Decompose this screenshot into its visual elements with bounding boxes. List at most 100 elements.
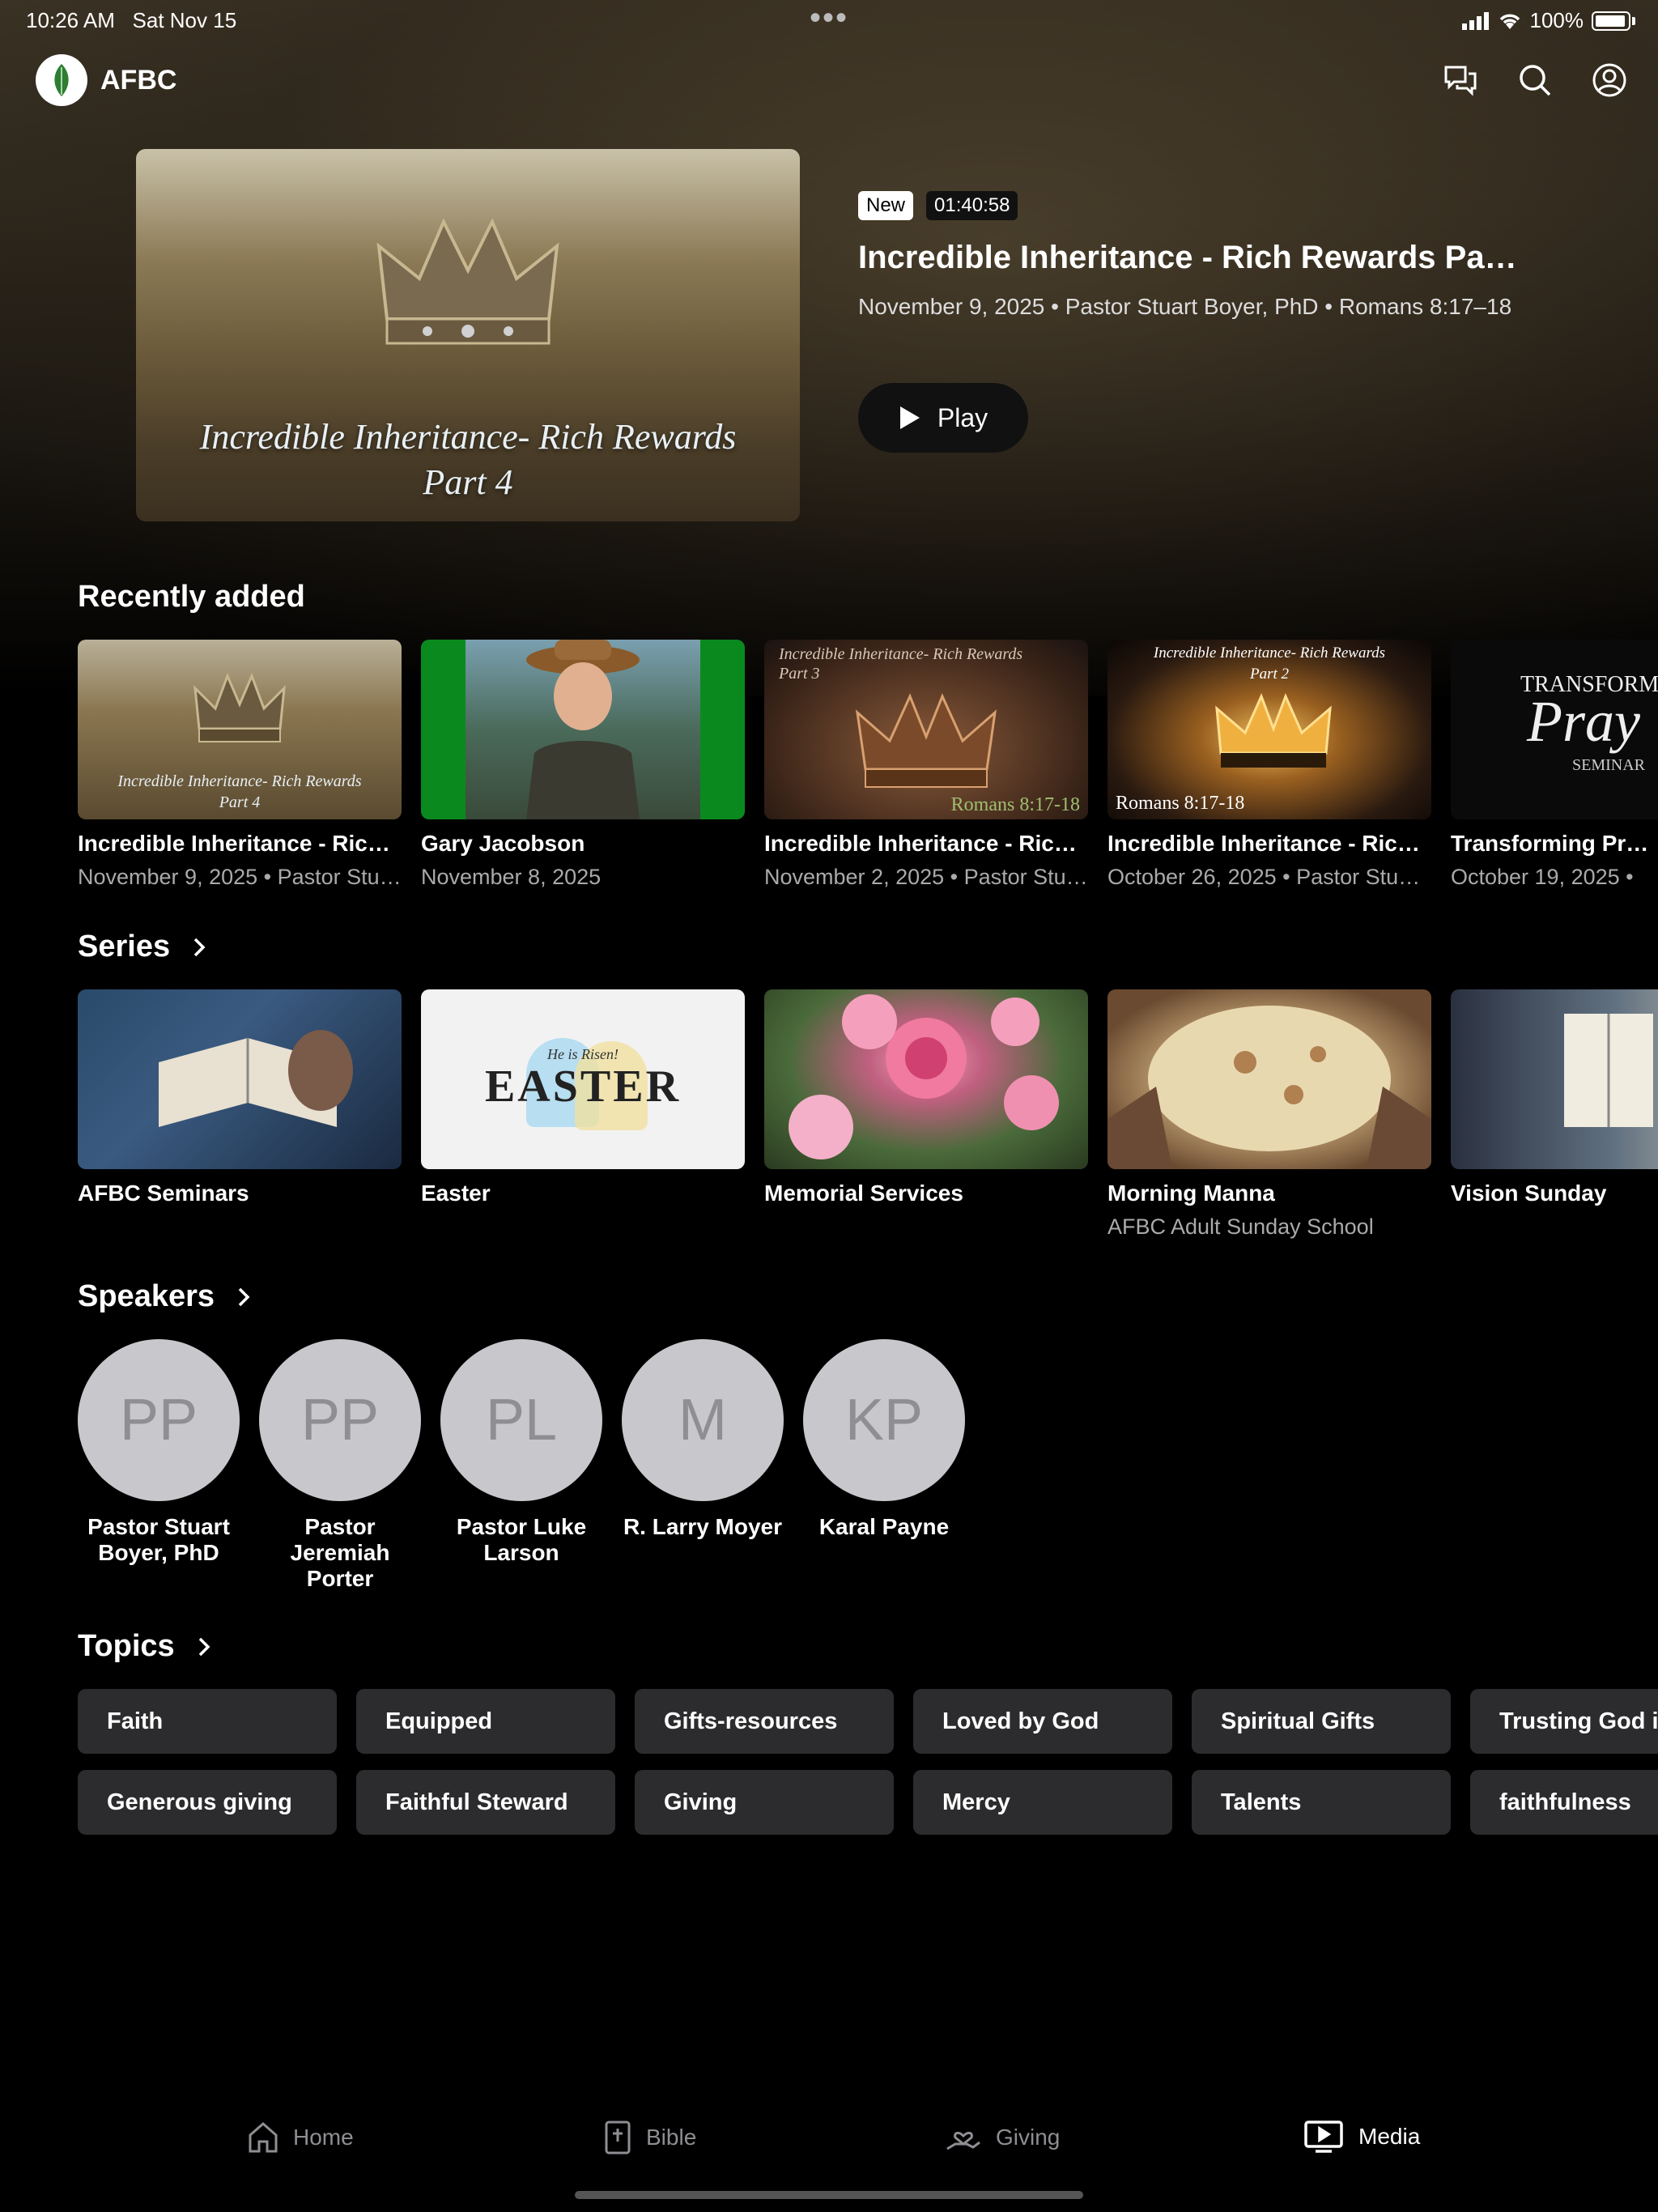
speaker-name: Pastor Stuart Boyer, PhD <box>87 1514 230 1565</box>
series-card[interactable]: He is Risen! EASTER Easter <box>421 989 745 1240</box>
recent-card-title: Gary Jacobson <box>421 831 585 856</box>
series-thumb <box>764 989 1088 1169</box>
speaker-item[interactable]: PL Pastor Luke Larson <box>440 1339 602 1592</box>
series-row: AFBC Seminars He is Risen! EASTER Easter… <box>78 989 1658 1240</box>
recent-thumb-line3: SEMINAR <box>1572 756 1646 774</box>
recent-thumb-scripture: Romans 8:17-18 <box>1116 793 1245 814</box>
recent-thumb-line2: Part 2 <box>1249 666 1290 683</box>
recent-card[interactable]: Incredible Inheritance- Rich Rewards Par… <box>78 640 402 890</box>
hero-thumb-caption: Incredible Inheritance- Rich Rewards Par… <box>136 415 800 505</box>
recently-added-row: Incredible Inheritance- Rich Rewards Par… <box>78 640 1658 890</box>
account-icon[interactable] <box>1590 61 1629 100</box>
status-time: 10:26 AM <box>26 8 115 32</box>
recent-thumb-caption: Incredible Inheritance- Rich Rewards Par… <box>78 771 402 813</box>
recent-card-subtitle: November 2, 2025 • Pastor Stuart Boyer, … <box>764 865 1088 889</box>
series-card[interactable]: Morning Manna AFBC Adult Sunday School <box>1107 989 1431 1240</box>
series-card[interactable]: Vision Sunday <box>1451 989 1658 1240</box>
wifi-icon <box>1499 13 1520 29</box>
topic-chip[interactable]: Faithful Steward <box>356 1770 615 1835</box>
series-card[interactable]: AFBC Seminars <box>78 989 402 1240</box>
recent-card-subtitle: November 8, 2025 <box>421 865 602 889</box>
recent-thumb-line1: Incredible Inheritance- Rich Rewards <box>117 772 362 790</box>
topics-clip: Faith Equipped Gifts-resources Loved by … <box>0 1689 1658 1835</box>
tab-home-label: Home <box>293 2125 354 2150</box>
speaker-name: R. Larry Moyer <box>623 1514 783 1539</box>
speaker-item[interactable]: PP Pastor Stuart Boyer, PhD <box>78 1339 240 1592</box>
series-card[interactable]: Memorial Services <box>764 989 1088 1240</box>
cellular-signal-icon <box>1461 11 1489 30</box>
recent-thumb-caption: Incredible Inheritance- Rich Rewards Par… <box>779 644 1022 683</box>
topic-chip[interactable]: Spiritual Gifts <box>1192 1689 1451 1754</box>
recent-thumb-line2: Pray <box>1527 689 1640 754</box>
tab-media[interactable]: Media <box>1303 2120 1420 2154</box>
recent-card-title: Incredible Inheritance - Rich Rewards Pa… <box>1107 831 1431 856</box>
topic-chip[interactable]: Generous giving <box>78 1770 337 1835</box>
play-icon <box>899 406 920 429</box>
avatar: PP <box>78 1339 240 1501</box>
topic-chip[interactable]: Talents <box>1192 1770 1451 1835</box>
roses-image <box>789 994 1059 1159</box>
series-header[interactable]: Series <box>78 929 206 964</box>
series-card-title: Memorial Services <box>764 1180 963 1206</box>
crown-image <box>193 672 286 742</box>
recent-card[interactable]: Gary Jacobson November 8, 2025 <box>421 640 745 890</box>
person-silhouette <box>526 640 640 819</box>
tab-home[interactable]: Home <box>248 2121 354 2154</box>
home-indicator[interactable] <box>575 2191 1083 2199</box>
topic-chip[interactable]: Loved by God <box>913 1689 1172 1754</box>
speaker-item[interactable]: M R. Larry Moyer <box>622 1339 784 1592</box>
status-bar: 10:26 AM Sat Nov 15 ••• 100% <box>0 0 1658 39</box>
speakers-header[interactable]: Speakers <box>78 1279 250 1314</box>
tab-giving[interactable]: Giving <box>946 2120 1060 2155</box>
series-thumb: He is Risen! EASTER <box>421 989 745 1169</box>
series-thumb <box>1107 989 1431 1169</box>
recent-thumb-line1: Incredible Inheritance- Rich Rewards <box>1153 644 1386 661</box>
topics-header[interactable]: Topics <box>78 1629 210 1664</box>
avatar: M <box>622 1339 784 1501</box>
topic-chip[interactable]: Mercy <box>913 1770 1172 1835</box>
recent-card[interactable]: Incredible Inheritance- Rich Rewards Par… <box>1107 640 1431 890</box>
battery-icon <box>1592 11 1630 31</box>
tab-bible[interactable]: Bible <box>604 2120 696 2155</box>
chat-icon[interactable] <box>1441 61 1480 100</box>
chevron-right-icon <box>198 1637 210 1656</box>
topic-chip[interactable]: Equipped <box>356 1689 615 1754</box>
open-bible-image <box>159 1030 353 1127</box>
search-icon[interactable] <box>1516 61 1554 100</box>
tab-media-label: Media <box>1358 2124 1421 2149</box>
reading-bible-image <box>1564 1014 1653 1127</box>
recent-card-title: Incredible Inheritance - Rich Rewards Pa… <box>78 831 402 856</box>
bread-image <box>1107 1006 1431 1169</box>
recent-card[interactable]: TRANSFORM Pray SEMINAR Transforming Pray… <box>1451 640 1658 890</box>
recent-card[interactable]: Incredible Inheritance- Rich Rewards Par… <box>764 640 1088 890</box>
recent-card-title: Transforming Prayer <box>1451 831 1658 856</box>
battery-percent: 100% <box>1529 8 1584 32</box>
topic-chip[interactable]: Gifts-resources <box>635 1689 894 1754</box>
bottom-tab-bar: Home Bible Giving Media <box>0 2104 1658 2176</box>
series-card-title: Morning Manna <box>1107 1180 1275 1206</box>
bible-icon <box>605 2121 631 2155</box>
play-button[interactable]: Play <box>858 383 1028 453</box>
speaker-item[interactable]: PP Pastor Jeremiah Porter <box>259 1339 421 1592</box>
chevron-right-icon <box>193 938 206 956</box>
recent-card-subtitle: October 19, 2025 • <box>1451 865 1634 889</box>
afbc-logo-icon[interactable] <box>36 54 87 106</box>
tab-bible-label: Bible <box>646 2125 697 2150</box>
topic-chip[interactable]: faithfulness <box>1470 1770 1658 1835</box>
tab-giving-label: Giving <box>996 2125 1061 2150</box>
topic-chip[interactable]: Giving <box>635 1770 894 1835</box>
series-thumb <box>78 989 402 1169</box>
hero-info: New 01:40:58 Incredible Inheritance - Ri… <box>858 191 1522 453</box>
topic-chip[interactable]: Trusting God in <box>1470 1689 1658 1754</box>
topic-chip[interactable]: Faith <box>78 1689 337 1754</box>
speaker-name: Pastor Jeremiah Porter <box>290 1514 390 1591</box>
recent-thumb: TRANSFORM Pray SEMINAR <box>1451 640 1658 819</box>
hero-thumbnail[interactable]: Incredible Inheritance- Rich Rewards Par… <box>136 149 800 521</box>
speaker-item[interactable]: KP Karal Payne <box>803 1339 965 1592</box>
avatar: KP <box>803 1339 965 1501</box>
speaker-photo <box>466 640 700 819</box>
hero-title[interactable]: Incredible Inheritance - Rich Rewards Pa… <box>858 240 1522 276</box>
top-actions <box>1441 61 1629 100</box>
avatar: PP <box>259 1339 421 1501</box>
multitasking-dots-icon[interactable]: ••• <box>810 0 848 36</box>
